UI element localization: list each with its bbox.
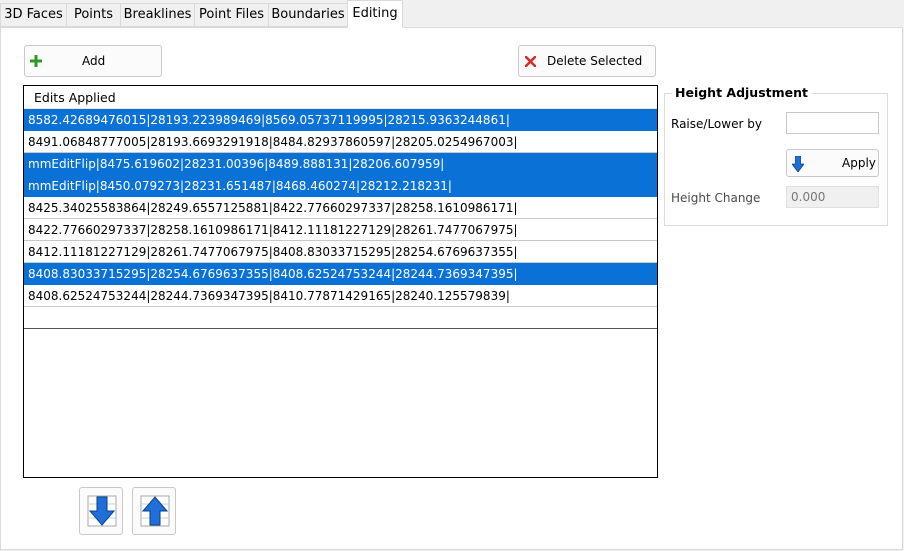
tab-editing[interactable]: Editing <box>347 0 403 28</box>
tab-bar: 3D Faces Points Breaklines Point Files B… <box>0 0 904 28</box>
list-item[interactable]: 8422.77660297337|28258.1610986171|8412.1… <box>24 219 657 241</box>
move-down-icon <box>87 495 117 527</box>
add-button[interactable]: Add <box>24 45 162 77</box>
list-item[interactable]: 8412.11181227129|28261.7477067975|8408.8… <box>24 241 657 263</box>
list-item[interactable]: 8408.83033715295|28254.6769637355|8408.6… <box>24 263 657 285</box>
move-up-icon <box>140 495 170 527</box>
list-item[interactable]: mmEditFlip|8450.079273|28231.651487|8468… <box>24 175 657 197</box>
move-down-button[interactable] <box>79 487 123 535</box>
red-x-icon <box>525 56 536 67</box>
height-adjustment-group: Height Adjustment Raise/Lower by Apply H… <box>664 85 888 226</box>
add-button-label: Add <box>82 54 106 68</box>
move-up-button[interactable] <box>132 487 176 535</box>
list-item[interactable]: 8408.62524753244|28244.7369347395|8410.7… <box>24 285 657 307</box>
tab-point-files[interactable]: Point Files <box>194 3 269 27</box>
delete-selected-button[interactable]: Delete Selected <box>518 45 656 77</box>
raise-lower-label: Raise/Lower by <box>671 117 762 131</box>
plus-icon <box>30 55 42 67</box>
tab-boundaries[interactable]: Boundaries <box>268 3 348 27</box>
list-item-empty[interactable] <box>24 307 657 329</box>
list-item[interactable]: mmEditFlip|8475.619602|28231.00396|8489.… <box>24 153 657 175</box>
delete-button-label: Delete Selected <box>547 54 643 68</box>
down-arrow-icon <box>792 156 804 172</box>
apply-button[interactable]: Apply <box>786 149 879 177</box>
apply-button-label: Apply <box>842 156 876 170</box>
tab-3d-faces[interactable]: 3D Faces <box>0 3 67 27</box>
raise-lower-input[interactable] <box>786 112 879 134</box>
list-item[interactable]: 8425.34025583864|28249.6557125881|8422.7… <box>24 197 657 219</box>
group-title: Height Adjustment <box>672 85 811 100</box>
list-header: Edits Applied <box>24 86 657 109</box>
edits-applied-list[interactable]: Edits Applied 8582.42689476015|28193.223… <box>23 85 658 478</box>
height-change-field <box>786 186 879 208</box>
tab-points[interactable]: Points <box>66 3 121 27</box>
height-change-label: Height Change <box>671 191 761 205</box>
tab-breaklines[interactable]: Breaklines <box>120 3 195 27</box>
list-item[interactable]: 8491.06848777005|28193.6693291918|8484.8… <box>24 131 657 153</box>
list-item[interactable]: 8582.42689476015|28193.223989469|8569.05… <box>24 109 657 131</box>
